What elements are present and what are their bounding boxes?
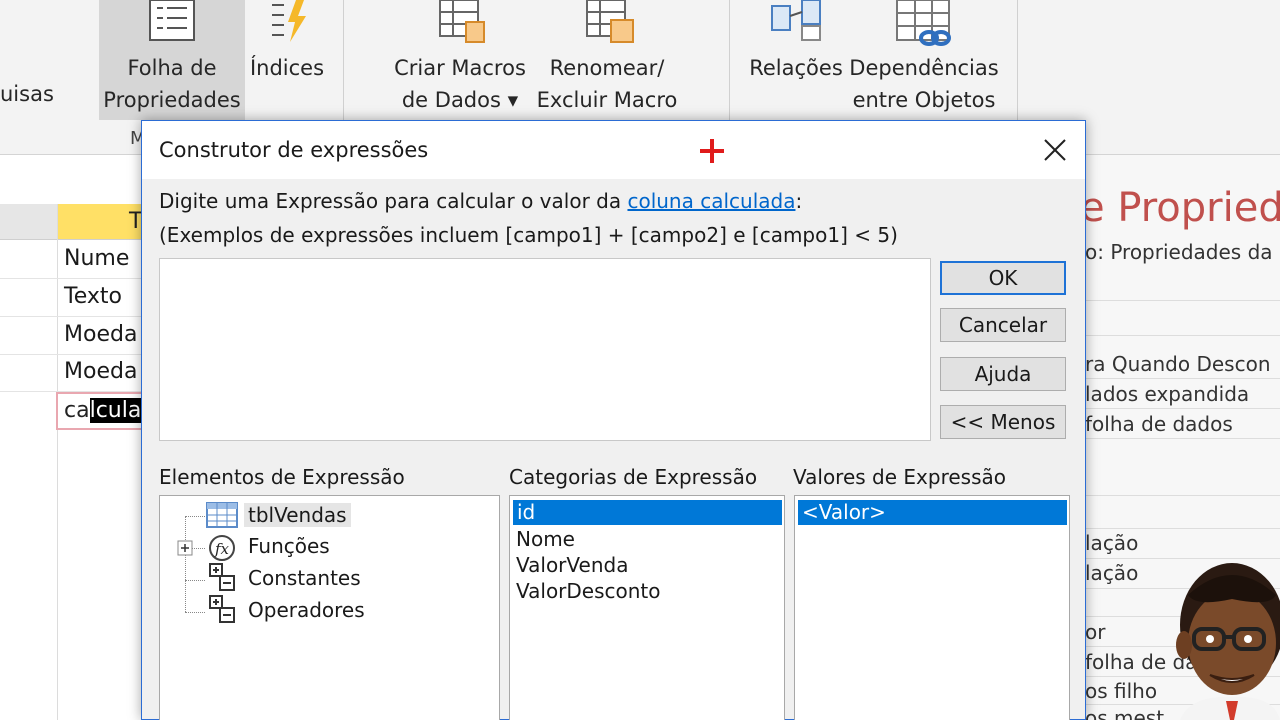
indexes-button[interactable]: Índices — [248, 0, 326, 120]
value-item-valor[interactable]: <Valor> — [798, 500, 1067, 525]
property-divider — [1085, 335, 1280, 336]
property-row[interactable]: os mest — [1085, 706, 1164, 720]
table-column-divider — [57, 204, 58, 720]
ok-button[interactable]: OK — [940, 261, 1066, 295]
expression-values-list[interactable]: <Valor> — [794, 495, 1070, 720]
cell-plain-text: ca — [64, 398, 90, 423]
operators-icon — [209, 595, 235, 623]
table-cell[interactable]: Moeda — [64, 359, 137, 384]
dialog-title: Construtor de expressões — [159, 138, 429, 162]
dependencies-label-1: Dependências — [849, 56, 999, 80]
property-divider — [1085, 300, 1280, 301]
instruction-text: Digite uma Expressão para calcular o val… — [159, 189, 802, 213]
rename-macro-label-2: Excluir Macro — [536, 88, 678, 112]
data-macros-label-1: Criar Macros — [394, 56, 526, 80]
property-sheet-title: e Proprieda — [1080, 185, 1280, 231]
expression-elements-tree[interactable]: tblVendas fx Funções Constantes Operador… — [159, 495, 500, 720]
property-row[interactable]: lação — [1085, 531, 1138, 555]
examples-text: (Exemplos de expressões incluem [campo1]… — [159, 223, 898, 247]
presenter-avatar — [1176, 563, 1280, 720]
tree-connector — [185, 516, 205, 517]
property-divider — [1085, 408, 1280, 409]
relations-icon — [771, 0, 821, 41]
property-row[interactable]: or — [1085, 620, 1105, 644]
rename-macro-icon — [586, 0, 634, 43]
property-sheet-subtitle: o: Propriedades da — [1085, 240, 1273, 264]
data-macros-label-2: de Dados ▾ — [401, 88, 519, 112]
svg-text:fx: fx — [214, 540, 230, 558]
rename-macro-label-1: Renomear/ — [549, 56, 665, 80]
category-item-valordesconto[interactable]: ValorDesconto — [516, 579, 661, 603]
table-row-divider — [0, 354, 145, 355]
tree-item-operators[interactable]: Operadores — [248, 598, 365, 622]
calculated-column-link[interactable]: coluna calculada — [627, 189, 795, 213]
tree-connector — [185, 516, 186, 612]
property-sheet-label-1: Folha de — [127, 56, 217, 80]
indexes-label: Índices — [249, 56, 325, 80]
table-row-divider — [0, 316, 145, 317]
tree-item-functions[interactable]: Funções — [248, 534, 330, 558]
tree-connector — [185, 580, 205, 581]
category-item-valorvenda[interactable]: ValorVenda — [516, 553, 628, 577]
property-sheet-label-2: Propriedades — [103, 88, 241, 112]
table-header-selector[interactable] — [0, 204, 57, 240]
instruction-suffix: : — [795, 189, 803, 213]
rename-delete-macro-button[interactable]: Renomear/ Excluir Macro — [534, 0, 680, 120]
group-separator — [343, 0, 344, 120]
group-separator — [1017, 0, 1018, 120]
categories-label: Categorias de Expressão — [509, 465, 758, 489]
table-header-data-type[interactable]: T — [57, 204, 147, 240]
object-dependencies-button[interactable]: Dependências entre Objetos — [849, 0, 999, 120]
property-row[interactable]: folha de dados — [1085, 412, 1233, 436]
relations-button[interactable]: Relações — [748, 0, 844, 120]
property-divider — [1085, 528, 1280, 529]
table-icon — [206, 502, 238, 528]
tree-connector — [185, 612, 205, 613]
create-data-macros-button[interactable]: Criar Macros de Dados ▾ — [390, 0, 530, 120]
expression-input[interactable] — [159, 258, 931, 441]
tree-item-tblvendas[interactable]: tblVendas — [244, 503, 351, 527]
property-divider — [1085, 495, 1280, 496]
function-icon: fx — [209, 535, 235, 561]
group-separator — [729, 0, 730, 120]
table-cell-editing[interactable]: calcula — [56, 392, 146, 430]
table-cell[interactable]: Nume — [64, 246, 129, 271]
property-sheet-icon — [149, 0, 195, 41]
property-row[interactable]: lados expandida — [1085, 382, 1249, 406]
values-label: Valores de Expressão — [793, 465, 1006, 489]
object-dependencies-icon — [896, 0, 951, 46]
ribbon-partial-label[interactable]: uisas — [0, 78, 54, 110]
expand-plus-icon[interactable] — [177, 540, 193, 556]
data-macro-icon — [439, 0, 485, 43]
cancel-button[interactable]: Cancelar — [940, 308, 1066, 342]
tree-item-constants[interactable]: Constantes — [248, 566, 361, 590]
ribbon-partial-text: uisas — [0, 82, 54, 106]
constants-icon — [209, 563, 235, 591]
property-row[interactable]: lação — [1085, 561, 1138, 585]
instruction-prefix: Digite uma Expressão para calcular o val… — [159, 189, 628, 213]
table-cell[interactable]: Texto — [64, 284, 122, 309]
help-button[interactable]: Ajuda — [940, 357, 1066, 391]
table-row-divider — [0, 278, 145, 279]
less-button[interactable]: << Menos — [940, 405, 1066, 439]
property-row[interactable]: ra Quando Descon — [1085, 352, 1271, 376]
dependencies-label-2: entre Objetos — [852, 88, 996, 112]
category-item-id[interactable]: id — [513, 500, 782, 525]
indexes-icon — [272, 0, 306, 42]
property-sheet-button[interactable]: Folha de Propriedades — [99, 0, 245, 120]
mouse-cursor-icon — [700, 139, 724, 163]
category-item-nome[interactable]: Nome — [516, 527, 575, 551]
property-divider — [1085, 438, 1280, 439]
relations-label: Relações — [749, 56, 843, 80]
elements-label: Elementos de Expressão — [159, 465, 405, 489]
property-row[interactable]: os filho — [1085, 679, 1157, 703]
table-cell[interactable]: Moeda — [64, 322, 137, 347]
cell-selected-text: lcula — [89, 398, 142, 423]
expression-builder-dialog: Construtor de expressões Digite uma Expr… — [141, 120, 1086, 720]
expression-categories-list[interactable]: id Nome ValorVenda ValorDesconto — [509, 495, 785, 720]
close-icon[interactable] — [1038, 133, 1072, 167]
property-divider — [1085, 378, 1280, 379]
